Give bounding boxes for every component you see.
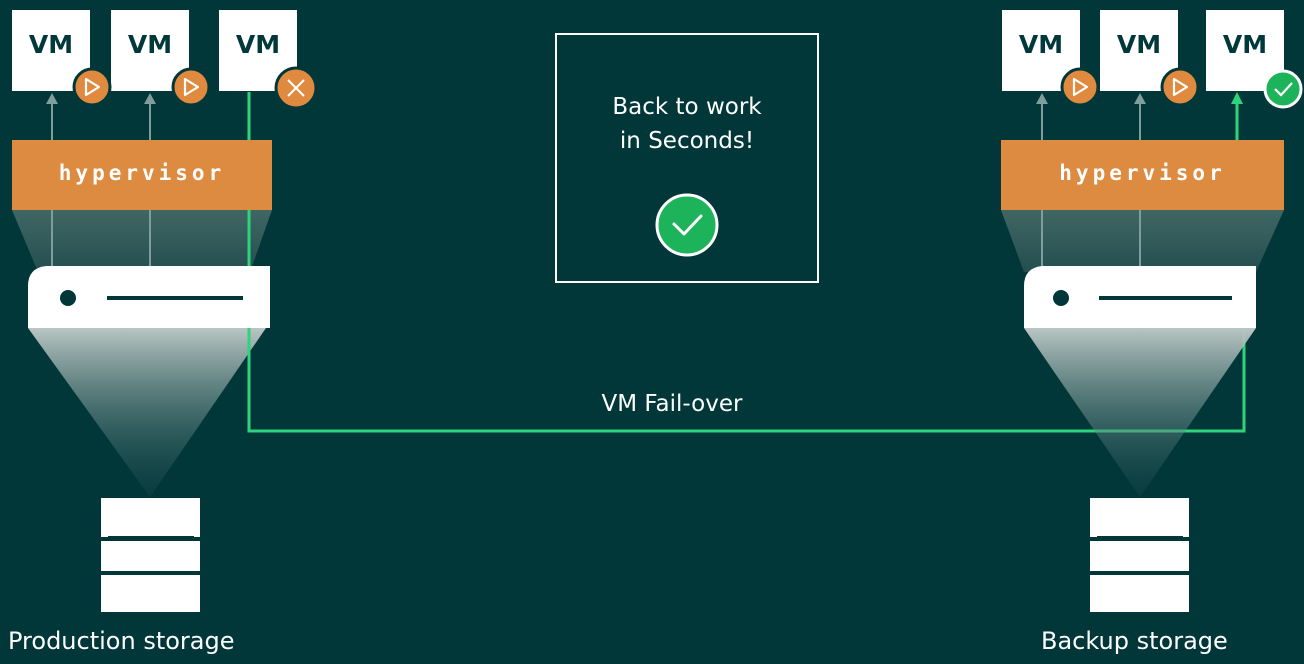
- callout-line-1: Back to work: [612, 94, 762, 120]
- vm-label: VM: [1222, 30, 1268, 59]
- check-icon: [1263, 69, 1303, 109]
- server-led: [1053, 290, 1069, 306]
- play-icon: [1160, 67, 1200, 107]
- hypervisor-fan: [1001, 210, 1284, 272]
- server-led: [60, 290, 76, 306]
- vm-label: VM: [1018, 30, 1064, 59]
- play-icon: [72, 67, 112, 107]
- vm-label: VM: [28, 30, 74, 59]
- failover-label: VM Fail-over: [601, 391, 743, 417]
- callout-line-2: in Seconds!: [619, 128, 755, 154]
- callout-box: [555, 33, 819, 283]
- storage-cone: [1024, 328, 1256, 497]
- vm-label: VM: [1116, 30, 1162, 59]
- backup-storage-label: Backup storage: [1041, 627, 1228, 655]
- storage-stack-icon: [101, 498, 200, 612]
- play-icon: [1060, 67, 1100, 107]
- vm-label: VM: [127, 30, 173, 59]
- recovery-uplink: [1231, 92, 1243, 140]
- backup-side: [1001, 10, 1303, 612]
- hypervisor-label: hypervisor: [1059, 161, 1226, 185]
- check-circle-icon: [655, 193, 719, 257]
- vm-label: VM: [235, 30, 281, 59]
- production-storage-label: Production storage: [8, 627, 235, 655]
- storage-stack-icon: [1090, 498, 1189, 612]
- callout-text: Back to work in Seconds!: [555, 90, 819, 158]
- storage-cone: [28, 328, 266, 497]
- play-icon: [171, 67, 211, 107]
- x-icon: [274, 66, 318, 110]
- hypervisor-label: hypervisor: [58, 161, 226, 185]
